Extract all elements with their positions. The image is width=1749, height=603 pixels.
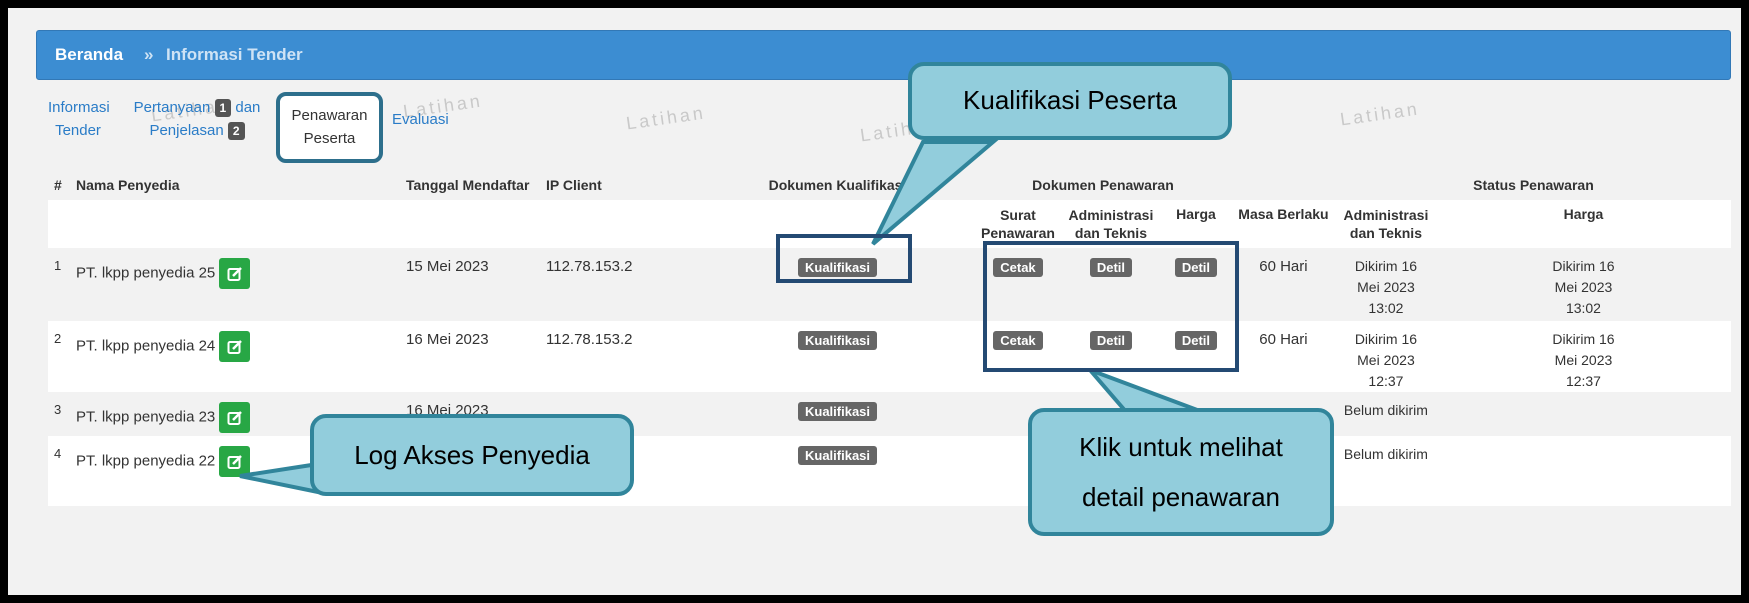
- watermark-text: Latihan: [1338, 98, 1421, 130]
- tab-pertanyaan-label: Pertanyaan: [133, 99, 211, 116]
- masa-berlaku: 60 Hari: [1259, 258, 1308, 275]
- col-header-surat-line1: Surat: [1000, 207, 1036, 223]
- log-akses-penyedia-callout: Log Akses Penyedia: [310, 414, 634, 496]
- kualifikasi-cell: Kualifikasi: [700, 321, 975, 392]
- row-number: 2: [54, 331, 62, 346]
- masa-berlaku: 60 Hari: [1259, 331, 1308, 348]
- nama-penyedia: PT. lkpp penyedia 23: [76, 408, 216, 426]
- status-admin-cell: Dikirim 16 Mei 2023 13:02: [1336, 248, 1436, 321]
- col-header-masa-berlaku: Masa Berlaku: [1238, 206, 1329, 222]
- row-number: 1: [54, 258, 62, 273]
- breadcrumb-current: Informasi Tender: [166, 45, 303, 64]
- nama-penyedia: PT. lkpp penyedia 25: [76, 264, 216, 282]
- status-harga-line3: 12:37: [1565, 373, 1601, 389]
- dokumen-penawaran-highlight-box: [983, 241, 1239, 372]
- col-header-dokumen-penawaran: Dokumen Penawaran: [1032, 177, 1174, 193]
- pertanyaan-count-badge: 1: [214, 99, 232, 117]
- edit-icon: [227, 340, 243, 354]
- edit-button[interactable]: [219, 446, 251, 477]
- col-header-ip: IP Client: [546, 177, 602, 193]
- status-harga-line2: Mei 2023: [1554, 352, 1613, 368]
- kualifikasi-button[interactable]: Kualifikasi: [797, 402, 878, 421]
- status-harga-cell: Dikirim 16 Mei 2023 12:37: [1436, 321, 1731, 392]
- klik-callout-line2: detail penawaran: [1081, 482, 1281, 512]
- status-harga-cell: Dikirim 16 Mei 2023 13:02: [1436, 248, 1731, 321]
- table-row: 3 PT. lkpp penyedia 23 16 Mei 2023 Kuali…: [48, 392, 1731, 436]
- col-header-surat-line2: Penawaran: [981, 225, 1055, 241]
- col-header-masa-spacer: [1231, 170, 1336, 200]
- tab-informasi-line2: Tender: [55, 122, 101, 139]
- tab-informasi-line1: Informasi: [48, 99, 110, 116]
- nama-penyedia-cell: PT. lkpp penyedia 24: [70, 321, 400, 392]
- breadcrumb: Beranda » Informasi Tender: [36, 30, 1731, 80]
- row-number: 3: [54, 402, 62, 417]
- tanggal-mendaftar: 15 Mei 2023: [406, 258, 489, 275]
- status-admin-line1: Dikirim 16: [1354, 258, 1418, 274]
- kualifikasi-cell: Kualifikasi: [700, 392, 975, 436]
- status-harga-line2: Mei 2023: [1554, 279, 1613, 295]
- col-header-tanggal: Tanggal Mendaftar: [406, 177, 530, 193]
- col-header-status-admin-line1: Administrasi: [1343, 207, 1429, 223]
- status-admin-line2: Mei 2023: [1357, 279, 1415, 295]
- tanggal-mendaftar: 16 Mei 2023: [406, 331, 489, 348]
- ip-client: 112.78.153.2: [546, 258, 633, 275]
- table-row: 2 PT. lkpp penyedia 24 16 Mei 2023 112.7…: [48, 321, 1731, 392]
- tab-informasi-tender[interactable]: Informasi Tender: [48, 96, 110, 142]
- breadcrumb-home-link[interactable]: Beranda: [55, 45, 123, 65]
- kualifikasi-cell: Kualifikasi: [700, 436, 975, 506]
- edit-button[interactable]: [219, 402, 251, 433]
- kualifikasi-peserta-callout: Kualifikasi Peserta: [908, 62, 1232, 140]
- col-header-status-admin: Administrasi dan Teknis: [1336, 200, 1436, 248]
- breadcrumb-separator: »: [144, 45, 154, 64]
- status-harga-line3: 13:02: [1565, 300, 1601, 316]
- nama-penyedia: PT. lkpp penyedia 24: [76, 337, 216, 355]
- kualifikasi-button[interactable]: Kualifikasi: [797, 331, 878, 350]
- watermark-text: Latihan: [624, 102, 707, 134]
- kualifikasi-button[interactable]: Kualifikasi: [797, 446, 878, 465]
- edit-button[interactable]: [219, 258, 251, 289]
- penawaran-table: # Nama Penyedia Tanggal Mendaftar IP Cli…: [48, 170, 1731, 506]
- status-admin-cell: Dikirim 16 Mei 2023 12:37: [1336, 321, 1436, 392]
- tab-pertanyaan-penjelasan[interactable]: Pertanyaan 1 dan Penjelasan 2: [132, 96, 262, 142]
- status-admin-line2: Mei 2023: [1357, 352, 1415, 368]
- nama-penyedia-cell: PT. lkpp penyedia 25: [70, 248, 400, 321]
- edit-icon: [227, 267, 243, 281]
- col-header-no: #: [54, 177, 62, 193]
- kualifikasi-highlight-box: [776, 234, 912, 283]
- penjelasan-count-badge: 2: [227, 122, 245, 140]
- table-header-row: # Nama Penyedia Tanggal Mendaftar IP Cli…: [48, 170, 1731, 200]
- col-header-status-harga: Harga: [1563, 206, 1604, 222]
- screenshot-frame: Beranda » Informasi Tender Latihan Latih…: [8, 8, 1741, 595]
- status-admin-line3: 13:02: [1368, 300, 1404, 316]
- ip-client: 112.78.153.2: [546, 331, 633, 348]
- col-header-dokumen-kualifikasi: Dokumen Kualifikasi: [768, 177, 907, 193]
- edit-button[interactable]: [219, 331, 251, 362]
- edit-icon: [227, 455, 243, 469]
- col-header-nama: Nama Penyedia: [76, 177, 180, 193]
- tab-penawaran-line1: Penawaran: [291, 107, 368, 124]
- status-admin-cell: Belum dikirim: [1343, 446, 1428, 462]
- klik-callout-line1: Klik untuk melihat: [1079, 432, 1283, 462]
- table-row: 4 PT. lkpp penyedia 22 Kualifikasi Belum…: [48, 436, 1731, 506]
- row-number: 4: [54, 446, 62, 461]
- col-header-admin-line2: dan Teknis: [1074, 225, 1147, 241]
- tab-penawaran-peserta[interactable]: Penawaran Peserta: [276, 92, 383, 163]
- tab-penjelasan-label: Penjelasan: [149, 122, 224, 139]
- edit-icon: [227, 411, 243, 425]
- col-header-admin-line1: Administrasi: [1068, 207, 1154, 223]
- status-admin-line1: Dikirim 16: [1354, 331, 1418, 347]
- tab-evaluasi[interactable]: Evaluasi: [392, 108, 449, 131]
- tab-pertanyaan-dan: dan: [235, 99, 261, 116]
- tab-penawaran-line2: Peserta: [303, 130, 356, 147]
- status-harga-line1: Dikirim 16: [1552, 258, 1615, 274]
- col-header-status-admin-line2: dan Teknis: [1349, 225, 1422, 241]
- status-admin-line3: 12:37: [1368, 373, 1404, 389]
- nama-penyedia: PT. lkpp penyedia 22: [76, 452, 216, 470]
- col-header-status-penawaran: Status Penawaran: [1473, 177, 1594, 193]
- status-harga-line1: Dikirim 16: [1552, 331, 1615, 347]
- klik-detail-penawaran-callout: Klik untuk melihat detail penawaran: [1028, 408, 1334, 536]
- status-admin-cell: Belum dikirim: [1343, 402, 1428, 418]
